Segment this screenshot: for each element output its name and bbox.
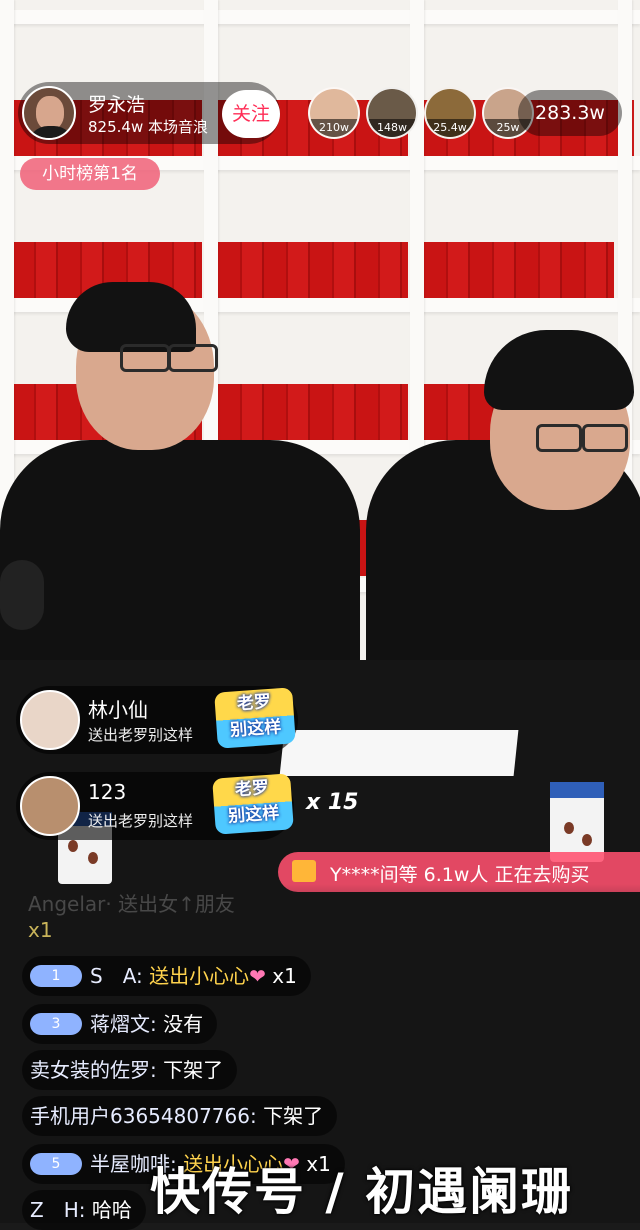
chat-username[interactable]: Z H: xyxy=(30,1198,85,1222)
purchase-notice-text: Y****间等 6.1w人 正在去购买 xyxy=(330,864,590,886)
chat-username[interactable]: 蒋熠文: xyxy=(90,1012,157,1036)
gift-action-text: 送出老罗别这样 xyxy=(88,726,194,744)
chat-text: 下架了 xyxy=(263,1104,324,1128)
gift-sender-name: 林小仙 xyxy=(88,698,148,722)
chat-username[interactable]: 卖女装的佐罗: xyxy=(30,1058,157,1082)
gift-banner: 林小仙 送出老罗别这样 老罗 别这样 xyxy=(16,686,298,754)
top-viewer-avatar[interactable]: 210w xyxy=(308,87,360,139)
gift-banner: 123 送出老罗别这样 老罗 别这样 xyxy=(16,772,294,840)
top-viewer-avatar[interactable]: 25.4w xyxy=(424,87,476,139)
chat-message[interactable]: 1 S A: 送出小心心❤ x1 xyxy=(22,956,311,996)
host-avatar[interactable] xyxy=(22,86,76,140)
chat-message[interactable]: Z H: 哈哈 xyxy=(22,1190,146,1230)
gift-sticker-icon: 老罗 别这样 xyxy=(214,687,296,749)
chat-text: 哈哈 xyxy=(91,1198,132,1222)
gift-count: x1 xyxy=(272,964,297,988)
faded-chat-message: Angelar· 送出女↑朋友 xyxy=(28,892,235,916)
faded-chat-count: x1 xyxy=(28,918,53,942)
chat-text: 送出小心心 xyxy=(149,964,250,988)
viewer-contribution-badge: 25.4w xyxy=(426,119,474,137)
user-level-badge: 5 xyxy=(30,1152,82,1175)
user-level-badge: 3 xyxy=(30,1012,82,1035)
chat-username[interactable]: S A: xyxy=(90,964,143,988)
chat-username[interactable]: 手机用户63654807766: xyxy=(30,1104,257,1128)
host-name: 罗永浩 xyxy=(88,94,146,116)
shopping-bag-icon xyxy=(292,860,316,882)
chat-message[interactable]: 卖女装的佐罗: 下架了 xyxy=(22,1050,238,1090)
source-watermark: 快传号 / 初遇阑珊 xyxy=(150,1163,574,1221)
heart-icon: ❤ xyxy=(249,964,266,988)
gift-combo-count: x 15 xyxy=(306,790,359,815)
viewer-contribution-badge: 148w xyxy=(368,119,416,137)
user-level-badge: 1 xyxy=(30,964,82,987)
chat-message[interactable]: 手机用户63654807766: 下架了 xyxy=(22,1096,338,1136)
viewer-contribution-badge: 210w xyxy=(310,119,358,137)
chat-message[interactable]: 3 蒋熠文: 没有 xyxy=(22,1004,218,1044)
hourly-rank-tag[interactable]: 小时榜第1名 xyxy=(20,158,160,190)
gift-sender-avatar xyxy=(20,690,80,750)
gift-sticker-icon: 老罗 别这样 xyxy=(212,773,294,835)
chat-text: 下架了 xyxy=(163,1058,224,1082)
online-viewer-count[interactable]: 283.3w xyxy=(518,90,622,136)
chat-text: 没有 xyxy=(163,1012,204,1036)
top-viewer-avatar[interactable]: 148w xyxy=(366,87,418,139)
gift-sender-name: 123 xyxy=(88,780,127,804)
gift-sender-avatar xyxy=(20,776,80,836)
follow-button[interactable]: 关注 xyxy=(222,90,280,138)
host-sound-wave-stat: 825.4w 本场音浪 xyxy=(88,118,208,136)
gift-action-text: 送出老罗别这样 xyxy=(88,812,194,830)
